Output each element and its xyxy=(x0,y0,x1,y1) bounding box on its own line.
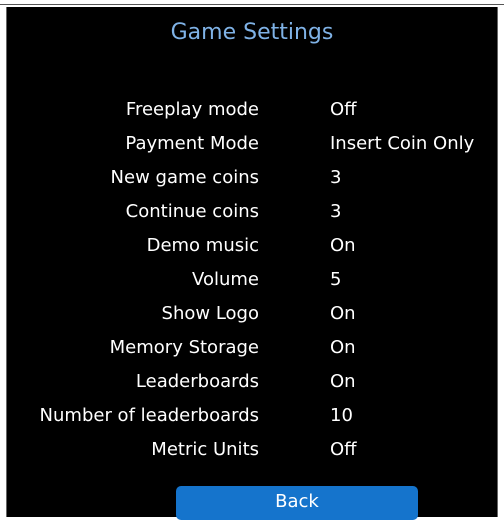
setting-row-number-of-leaderboards[interactable]: Number of leaderboards 10 xyxy=(7,399,497,433)
setting-value[interactable]: Off xyxy=(330,433,357,467)
game-settings-screen: Game Settings Freeplay mode Off Payment … xyxy=(6,7,498,520)
setting-row-volume[interactable]: Volume 5 xyxy=(7,263,497,297)
setting-label: Show Logo xyxy=(161,303,259,324)
window-top-border xyxy=(0,4,504,5)
setting-value[interactable]: On xyxy=(330,331,356,365)
setting-label: Memory Storage xyxy=(109,337,259,358)
setting-label: Demo music xyxy=(146,235,259,256)
back-button[interactable]: Back xyxy=(176,486,418,520)
setting-value[interactable]: 5 xyxy=(330,263,341,297)
setting-label: Volume xyxy=(192,269,259,290)
setting-row-show-logo[interactable]: Show Logo On xyxy=(7,297,497,331)
setting-value[interactable]: Off xyxy=(330,93,357,127)
setting-row-new-game-coins[interactable]: New game coins 3 xyxy=(7,161,497,195)
setting-label: Continue coins xyxy=(125,201,259,222)
setting-label: Number of leaderboards xyxy=(39,405,259,426)
setting-row-continue-coins[interactable]: Continue coins 3 xyxy=(7,195,497,229)
setting-row-leaderboards[interactable]: Leaderboards On xyxy=(7,365,497,399)
setting-row-metric-units[interactable]: Metric Units Off xyxy=(7,433,497,467)
setting-label: Payment Mode xyxy=(125,133,259,154)
setting-row-freeplay-mode[interactable]: Freeplay mode Off xyxy=(7,93,497,127)
setting-label: New game coins xyxy=(110,167,259,188)
setting-row-memory-storage[interactable]: Memory Storage On xyxy=(7,331,497,365)
setting-value[interactable]: On xyxy=(330,297,356,331)
setting-value[interactable]: 3 xyxy=(330,195,341,229)
setting-value[interactable]: Insert Coin Only xyxy=(330,127,474,161)
setting-value[interactable]: On xyxy=(330,365,356,399)
setting-value[interactable]: 3 xyxy=(330,161,341,195)
setting-label: Metric Units xyxy=(151,439,259,460)
setting-label: Freeplay mode xyxy=(125,99,259,120)
setting-value[interactable]: 10 xyxy=(330,399,353,433)
setting-row-payment-mode[interactable]: Payment Mode Insert Coin Only xyxy=(7,127,497,161)
setting-label: Leaderboards xyxy=(135,371,259,392)
page-title: Game Settings xyxy=(170,20,334,45)
setting-value[interactable]: On xyxy=(330,229,356,263)
setting-row-demo-music[interactable]: Demo music On xyxy=(7,229,497,263)
